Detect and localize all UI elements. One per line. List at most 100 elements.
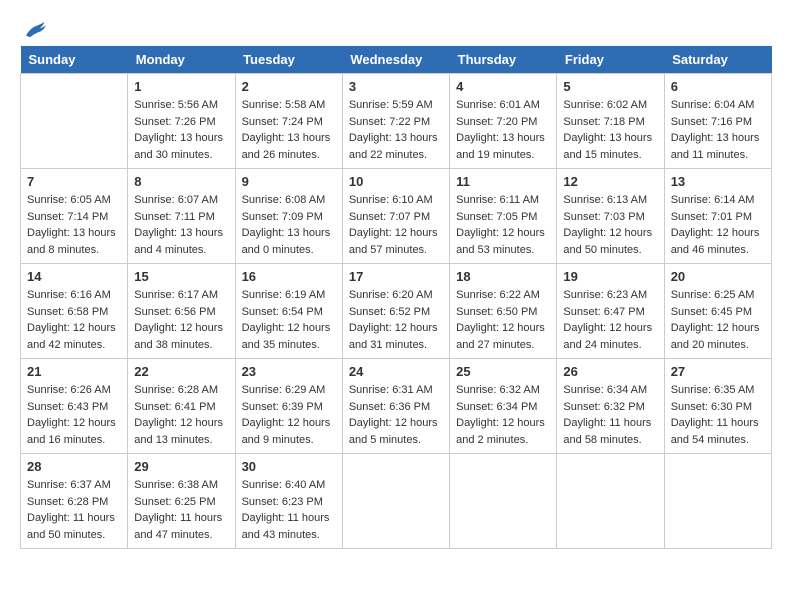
calendar-cell: 25Sunrise: 6:32 AMSunset: 6:34 PMDayligh… xyxy=(450,359,557,454)
day-info: Sunrise: 6:19 AMSunset: 6:54 PMDaylight:… xyxy=(242,287,336,353)
day-number: 3 xyxy=(349,79,443,94)
calendar-week-row: 1 Sunrise: 5:56 AMSunset: 7:26 PMDaylight… xyxy=(21,74,772,169)
calendar-cell: 16 Sunrise: 6:19 AMSunset: 6:54 PMDayligh… xyxy=(235,264,342,359)
day-info: Sunrise: 6:35 AMSunset: 6:30 PMDaylight:… xyxy=(671,382,765,448)
day-number: 6 xyxy=(671,79,765,94)
day-info: Sunrise: 6:34 AMSunset: 6:32 PMDaylight:… xyxy=(563,382,657,448)
day-number: 24 xyxy=(349,364,443,379)
calendar-cell xyxy=(557,454,664,549)
calendar-cell: 17Sunrise: 6:20 AMSunset: 6:52 PMDayligh… xyxy=(342,264,449,359)
calendar-cell: 10 Sunrise: 6:10 AMSunset: 7:07 PMDayligh… xyxy=(342,169,449,264)
calendar-cell: 8 Sunrise: 6:07 AMSunset: 7:11 PMDaylight… xyxy=(128,169,235,264)
calendar-cell: 3 Sunrise: 5:59 AMSunset: 7:22 PMDaylight… xyxy=(342,74,449,169)
day-number: 1 xyxy=(134,79,228,94)
day-number: 21 xyxy=(27,364,121,379)
page-header xyxy=(20,20,772,36)
day-number: 22 xyxy=(134,364,228,379)
day-info: Sunrise: 6:10 AMSunset: 7:07 PMDaylight:… xyxy=(349,192,443,258)
day-number: 23 xyxy=(242,364,336,379)
day-info: Sunrise: 6:04 AMSunset: 7:16 PMDaylight:… xyxy=(671,97,765,163)
day-info: Sunrise: 5:59 AMSunset: 7:22 PMDaylight:… xyxy=(349,97,443,163)
calendar-cell: 1 Sunrise: 5:56 AMSunset: 7:26 PMDaylight… xyxy=(128,74,235,169)
calendar-cell: 26Sunrise: 6:34 AMSunset: 6:32 PMDayligh… xyxy=(557,359,664,454)
day-info: Sunrise: 6:13 AMSunset: 7:03 PMDaylight:… xyxy=(563,192,657,258)
day-info: Sunrise: 6:14 AMSunset: 7:01 PMDaylight:… xyxy=(671,192,765,258)
calendar-cell: 2Sunrise: 5:58 AMSunset: 7:24 PMDaylight… xyxy=(235,74,342,169)
calendar-cell: 23Sunrise: 6:29 AMSunset: 6:39 PMDayligh… xyxy=(235,359,342,454)
day-number: 11 xyxy=(456,174,550,189)
logo-bird-icon xyxy=(22,20,46,40)
weekday-header-thursday: Thursday xyxy=(450,46,557,74)
calendar-cell: 20 Sunrise: 6:25 AMSunset: 6:45 PMDayligh… xyxy=(664,264,771,359)
calendar-cell: 15Sunrise: 6:17 AMSunset: 6:56 PMDayligh… xyxy=(128,264,235,359)
day-info: Sunrise: 6:22 AMSunset: 6:50 PMDaylight:… xyxy=(456,287,550,353)
day-info: Sunrise: 6:02 AMSunset: 7:18 PMDaylight:… xyxy=(563,97,657,163)
day-number: 7 xyxy=(27,174,121,189)
day-info: Sunrise: 6:31 AMSunset: 6:36 PMDaylight:… xyxy=(349,382,443,448)
day-number: 25 xyxy=(456,364,550,379)
day-info: Sunrise: 6:25 AMSunset: 6:45 PMDaylight:… xyxy=(671,287,765,353)
calendar-week-row: 21 Sunrise: 6:26 AMSunset: 6:43 PMDayligh… xyxy=(21,359,772,454)
calendar-cell: 12 Sunrise: 6:13 AMSunset: 7:03 PMDayligh… xyxy=(557,169,664,264)
calendar-cell: 28 Sunrise: 6:37 AMSunset: 6:28 PMDayligh… xyxy=(21,454,128,549)
day-number: 8 xyxy=(134,174,228,189)
day-number: 19 xyxy=(563,269,657,284)
day-info: Sunrise: 6:01 AMSunset: 7:20 PMDaylight:… xyxy=(456,97,550,163)
weekday-header-friday: Friday xyxy=(557,46,664,74)
calendar-cell: 4 Sunrise: 6:01 AMSunset: 7:20 PMDaylight… xyxy=(450,74,557,169)
day-info: Sunrise: 6:28 AMSunset: 6:41 PMDaylight:… xyxy=(134,382,228,448)
day-info: Sunrise: 6:08 AMSunset: 7:09 PMDaylight:… xyxy=(242,192,336,258)
day-info: Sunrise: 6:11 AMSunset: 7:05 PMDaylight:… xyxy=(456,192,550,258)
calendar-cell: 30 Sunrise: 6:40 AMSunset: 6:23 PMDayligh… xyxy=(235,454,342,549)
day-number: 15 xyxy=(134,269,228,284)
calendar-cell: 21 Sunrise: 6:26 AMSunset: 6:43 PMDayligh… xyxy=(21,359,128,454)
day-number: 20 xyxy=(671,269,765,284)
day-number: 18 xyxy=(456,269,550,284)
weekday-header-monday: Monday xyxy=(128,46,235,74)
day-number: 4 xyxy=(456,79,550,94)
day-info: Sunrise: 6:05 AMSunset: 7:14 PMDaylight:… xyxy=(27,192,121,258)
calendar-cell: 22 Sunrise: 6:28 AMSunset: 6:41 PMDayligh… xyxy=(128,359,235,454)
weekday-header-sunday: Sunday xyxy=(21,46,128,74)
calendar-cell xyxy=(450,454,557,549)
day-info: Sunrise: 6:23 AMSunset: 6:47 PMDaylight:… xyxy=(563,287,657,353)
day-info: Sunrise: 5:58 AMSunset: 7:24 PMDaylight:… xyxy=(242,97,336,163)
calendar-cell: 9 Sunrise: 6:08 AMSunset: 7:09 PMDaylight… xyxy=(235,169,342,264)
calendar-cell: 13Sunrise: 6:14 AMSunset: 7:01 PMDayligh… xyxy=(664,169,771,264)
day-number: 10 xyxy=(349,174,443,189)
day-info: Sunrise: 5:56 AMSunset: 7:26 PMDaylight:… xyxy=(134,97,228,163)
calendar-cell: 7 Sunrise: 6:05 AMSunset: 7:14 PMDaylight… xyxy=(21,169,128,264)
calendar-cell xyxy=(664,454,771,549)
calendar-cell: 19 Sunrise: 6:23 AMSunset: 6:47 PMDayligh… xyxy=(557,264,664,359)
calendar-cell: 6 Sunrise: 6:04 AMSunset: 7:16 PMDaylight… xyxy=(664,74,771,169)
day-number: 5 xyxy=(563,79,657,94)
day-info: Sunrise: 6:40 AMSunset: 6:23 PMDaylight:… xyxy=(242,477,336,543)
day-info: Sunrise: 6:38 AMSunset: 6:25 PMDaylight:… xyxy=(134,477,228,543)
calendar-week-row: 28 Sunrise: 6:37 AMSunset: 6:28 PMDayligh… xyxy=(21,454,772,549)
day-number: 12 xyxy=(563,174,657,189)
calendar-cell xyxy=(342,454,449,549)
calendar-cell: 18 Sunrise: 6:22 AMSunset: 6:50 PMDayligh… xyxy=(450,264,557,359)
day-number: 14 xyxy=(27,269,121,284)
day-number: 30 xyxy=(242,459,336,474)
day-number: 29 xyxy=(134,459,228,474)
day-info: Sunrise: 6:26 AMSunset: 6:43 PMDaylight:… xyxy=(27,382,121,448)
calendar-table: SundayMondayTuesdayWednesdayThursdayFrid… xyxy=(20,46,772,549)
day-number: 9 xyxy=(242,174,336,189)
day-info: Sunrise: 6:07 AMSunset: 7:11 PMDaylight:… xyxy=(134,192,228,258)
day-number: 16 xyxy=(242,269,336,284)
day-info: Sunrise: 6:37 AMSunset: 6:28 PMDaylight:… xyxy=(27,477,121,543)
weekday-header-row: SundayMondayTuesdayWednesdayThursdayFrid… xyxy=(21,46,772,74)
day-number: 17 xyxy=(349,269,443,284)
calendar-week-row: 7 Sunrise: 6:05 AMSunset: 7:14 PMDaylight… xyxy=(21,169,772,264)
day-number: 28 xyxy=(27,459,121,474)
day-info: Sunrise: 6:16 AMSunset: 6:58 PMDaylight:… xyxy=(27,287,121,353)
logo xyxy=(20,20,46,36)
calendar-cell: 24 Sunrise: 6:31 AMSunset: 6:36 PMDayligh… xyxy=(342,359,449,454)
calendar-week-row: 14 Sunrise: 6:16 AMSunset: 6:58 PMDayligh… xyxy=(21,264,772,359)
calendar-cell: 5 Sunrise: 6:02 AMSunset: 7:18 PMDaylight… xyxy=(557,74,664,169)
calendar-cell: 14 Sunrise: 6:16 AMSunset: 6:58 PMDayligh… xyxy=(21,264,128,359)
calendar-cell xyxy=(21,74,128,169)
weekday-header-saturday: Saturday xyxy=(664,46,771,74)
day-number: 27 xyxy=(671,364,765,379)
